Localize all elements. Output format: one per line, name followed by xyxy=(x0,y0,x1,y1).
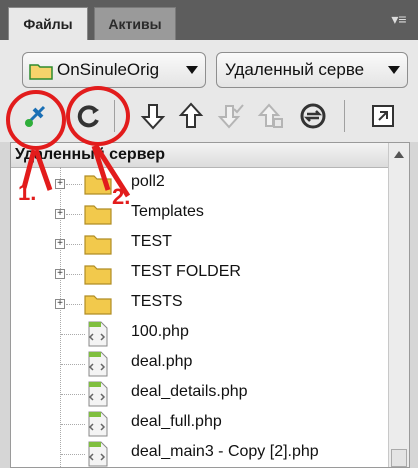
annotation-arrows xyxy=(21,144,131,198)
annotation-label-2: 2. xyxy=(112,184,131,209)
annotation-label-1: 1. xyxy=(18,180,37,205)
files-panel: Файлы Активы ▾≡ OnSinuleOrig Удаленный с… xyxy=(0,0,418,468)
